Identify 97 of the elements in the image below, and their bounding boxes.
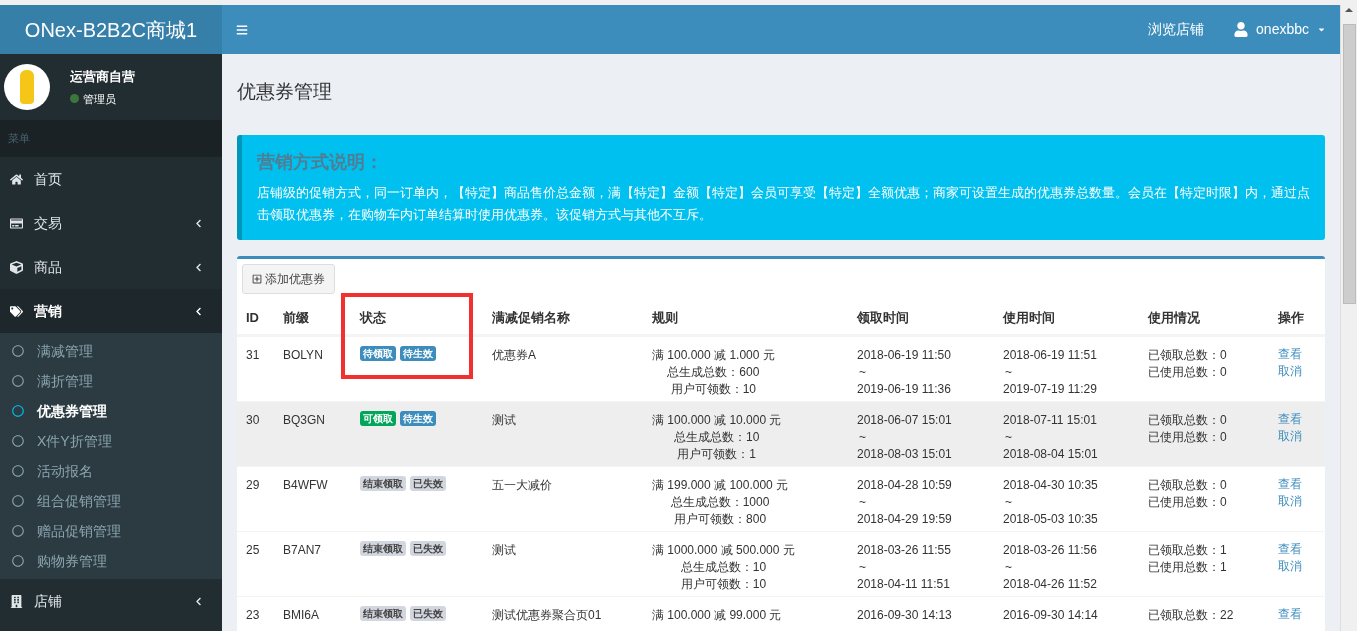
cell-text: 满 100.000 减 99.000 元 — [652, 607, 782, 624]
cell-text: 满 1000.000 减 500.000 元 总生成总数：10 用户可领数：10 — [652, 542, 795, 593]
cell-text: 2018-04-28 10:59 ~ 2018-04-29 19:59 — [857, 477, 952, 528]
cell-text: 2018-06-19 11:51 ~ 2019-07-19 11:29 — [1003, 347, 1097, 398]
prefix-cell: B7AN7 — [283, 543, 322, 557]
sidebar-item[interactable]: 交易 — [0, 201, 222, 245]
menu-header: 菜单 — [8, 131, 30, 147]
status-badge: 待生效 — [400, 411, 436, 426]
user-icon — [1234, 22, 1249, 37]
plus-icon — [252, 274, 262, 284]
user-name[interactable]: onexbbc — [1256, 19, 1309, 40]
column-header: ID — [246, 310, 259, 325]
column-header: 使用情况 — [1148, 310, 1200, 325]
callout-title: 营销方式说明： — [257, 151, 384, 174]
status-badge: 结束领取 — [360, 476, 406, 491]
id-cell: 23 — [246, 608, 260, 622]
cell-text: 满 199.000 减 100.000 元 总生成总数：1000 用户可领数：800 — [652, 477, 789, 528]
id-cell: 29 — [246, 478, 260, 492]
action-link[interactable]: 查看 — [1278, 541, 1302, 558]
action-link[interactable]: 取消 — [1278, 428, 1302, 445]
column-header: 规则 — [652, 310, 678, 325]
status-badge: 已失效 — [410, 606, 446, 621]
prefix-cell: B4WFW — [283, 478, 328, 492]
action-link[interactable]: 取消 — [1278, 363, 1302, 380]
id-cell: 25 — [246, 543, 260, 557]
column-header: 满减促销名称 — [492, 310, 570, 325]
credit-card-icon — [10, 216, 23, 230]
cell-text: 2016-09-30 14:13 — [857, 607, 952, 624]
cell-text: 已领取总数：0 已使用总数：0 — [1148, 412, 1227, 446]
menu-icon[interactable] — [236, 23, 248, 36]
status-badge: 已失效 — [410, 476, 446, 491]
action-link[interactable]: 查看 — [1278, 606, 1302, 623]
profile-name: 运营商自营 — [70, 68, 135, 86]
action-link[interactable]: 取消 — [1278, 558, 1302, 575]
action-link[interactable]: 查看 — [1278, 411, 1302, 428]
cell-text: 满 100.000 减 10.000 元 总生成总数：10 用户可领数：1 — [652, 412, 782, 463]
id-cell: 30 — [246, 413, 260, 427]
callout-text: 店铺级的促销方式，同一订单内，【特定】商品售价总金额，满【特定】金额【特定】会员可享受【特定】全额优惠；商家可设置生成的优惠券总数量。会员在【特定时限】内，通过点击领取优惠券，在购物车内订单结算时使用优惠券。该促销方式与其他不互斥。 — [257, 184, 1310, 224]
submenu-item[interactable]: 满折管理 — [0, 366, 222, 396]
add-coupon-button[interactable]: 添加优惠券 — [242, 264, 335, 294]
bottle-icon — [20, 70, 34, 104]
status-badge: 待生效 — [400, 346, 436, 361]
id-cell: 31 — [246, 348, 260, 362]
column-header: 领取时间 — [857, 310, 909, 325]
sidebar-item[interactable]: 首页 — [0, 157, 222, 201]
cell-text: 已领取总数：0 已使用总数：0 — [1148, 347, 1227, 381]
cell-text: 2016-09-30 14:14 — [1003, 607, 1098, 624]
column-header: 状态 — [360, 310, 386, 325]
promotion-name: 测试优惠券聚合页01 — [492, 608, 602, 622]
column-header: 使用时间 — [1003, 310, 1055, 325]
sidebar-item[interactable]: 店铺 — [0, 579, 222, 623]
status-badge: 结束领取 — [360, 606, 406, 621]
sidebar-item[interactable]: 商品 — [0, 245, 222, 289]
cell-text: 2018-03-26 11:55 ~ 2018-04-11 11:51 — [857, 542, 951, 593]
cell-text: 2018-06-07 15:01 ~ 2018-08-03 15:01 — [857, 412, 952, 463]
tags-icon — [10, 304, 23, 318]
scroll-up-icon[interactable] — [1345, 8, 1353, 12]
caret-icon[interactable] — [1317, 25, 1326, 34]
promotion-name: 测试 — [492, 543, 516, 557]
submenu-item[interactable]: 购物券管理 — [0, 546, 222, 576]
promotion-name: 五一大减价 — [492, 478, 552, 492]
cube-icon — [10, 260, 23, 274]
prefix-cell: BMI6A — [283, 608, 319, 622]
submenu-item[interactable]: X件Y折管理 — [0, 426, 222, 456]
prefix-cell: BQ3GN — [283, 413, 325, 427]
submenu-item[interactable]: 组合促销管理 — [0, 486, 222, 516]
submenu-item[interactable]: 活动报名 — [0, 456, 222, 486]
column-header: 前缀 — [283, 310, 309, 325]
building-icon — [10, 594, 23, 608]
promotion-name: 优惠券A — [492, 348, 536, 362]
cell-text: 2018-07-11 15:01 ~ 2018-08-04 15:01 — [1003, 412, 1098, 463]
cell-text: 2018-03-26 11:56 ~ 2018-04-26 11:52 — [1003, 542, 1097, 593]
status-badge: 结束领取 — [360, 541, 406, 556]
status-badge: 待领取 — [360, 346, 396, 361]
promotion-name: 测试 — [492, 413, 516, 427]
cell-text: 2018-04-30 10:35 ~ 2018-05-03 10:35 — [1003, 477, 1098, 528]
submenu-item[interactable]: 赠品促销管理 — [0, 516, 222, 546]
scroll-thumb[interactable] — [1342, 24, 1356, 304]
submenu-item[interactable]: 优惠券管理 — [0, 396, 222, 426]
sidebar-item[interactable]: 营销 — [0, 289, 222, 333]
status-badge: 可领取 — [360, 411, 396, 426]
cell-text: 已领取总数：1 已使用总数：1 — [1148, 542, 1227, 576]
status-badge: 已失效 — [410, 541, 446, 556]
column-header: 操作 — [1278, 310, 1304, 325]
action-link[interactable]: 查看 — [1278, 476, 1302, 493]
home-icon — [10, 172, 23, 186]
prefix-cell: BOLYN — [283, 348, 323, 362]
cell-text: 2018-06-19 11:50 ~ 2019-06-19 11:36 — [857, 347, 951, 398]
cell-text: 已领取总数：0 已使用总数：0 — [1148, 477, 1227, 511]
action-link[interactable]: 取消 — [1278, 493, 1302, 510]
profile-role: 管理员 — [83, 91, 116, 107]
cell-text: 已领取总数：22 — [1148, 607, 1234, 624]
browse-store-link[interactable]: 浏览店铺 — [1148, 19, 1205, 40]
page-title: 优惠券管理 — [237, 80, 333, 104]
action-link[interactable]: 查看 — [1278, 346, 1302, 363]
submenu-item[interactable]: 满减管理 — [0, 336, 222, 366]
cell-text: 满 100.000 减 1.000 元 总生成总数：600 用户可领数：10 — [652, 347, 775, 398]
